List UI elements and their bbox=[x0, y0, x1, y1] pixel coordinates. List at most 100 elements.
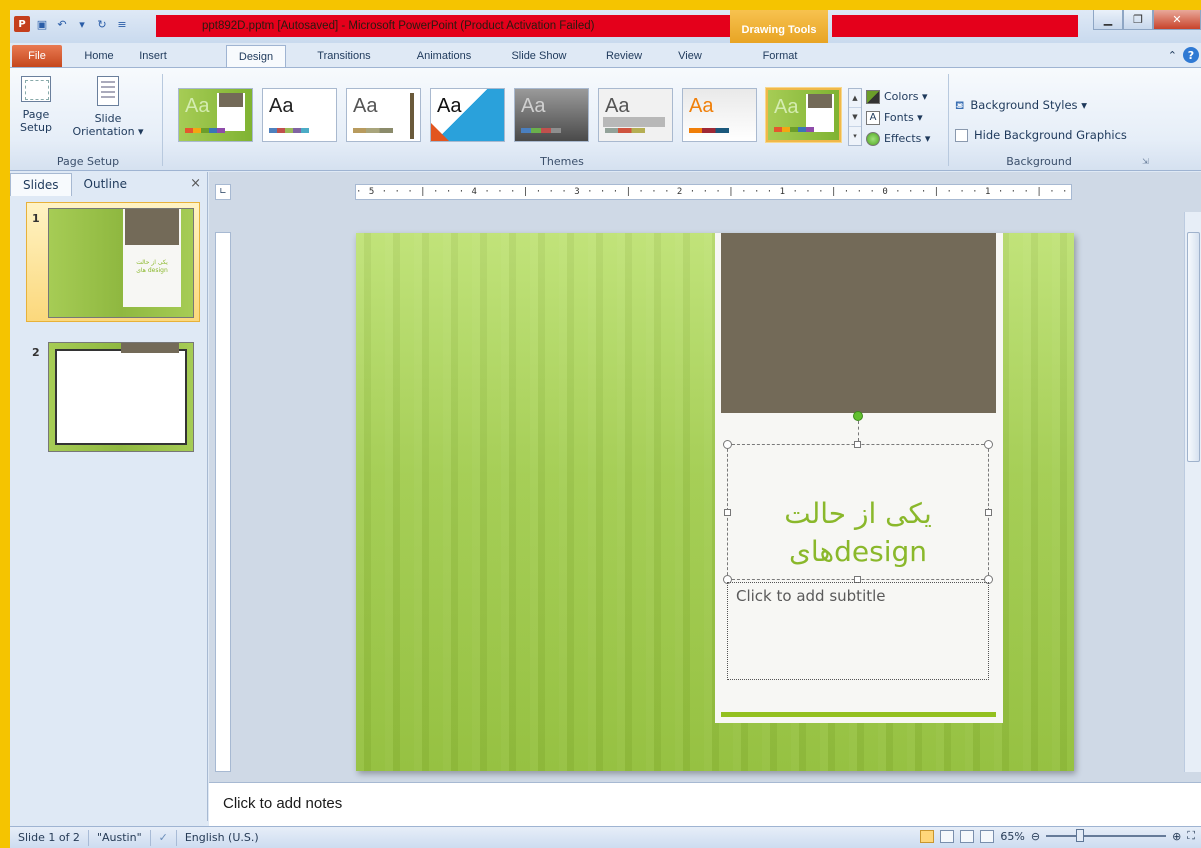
undo-icon[interactable]: ↶ bbox=[54, 16, 70, 32]
tab-view[interactable]: View bbox=[668, 45, 712, 67]
tab-slides[interactable]: Slides bbox=[10, 172, 72, 196]
slide-title-line-2: هایdesign bbox=[788, 535, 928, 568]
tab-slide-show[interactable]: Slide Show bbox=[500, 45, 578, 67]
resize-handle[interactable] bbox=[854, 441, 861, 448]
page-setup-button[interactable]: Page Setup bbox=[16, 76, 56, 134]
decorative-green-bar bbox=[721, 712, 996, 717]
theme-name[interactable]: "Austin" bbox=[89, 829, 151, 846]
fonts-button[interactable]: A Fonts ▾ bbox=[866, 107, 930, 128]
save-icon[interactable]: ▣ bbox=[34, 16, 50, 32]
theme-thumbnail[interactable]: Aa bbox=[514, 88, 589, 142]
slide-editing-area: ∟ · 5 · · · | · · · 4 · · · | · · · 3 · … bbox=[209, 172, 1201, 792]
thumbnail-title-line: های design bbox=[136, 267, 168, 274]
normal-view-icon[interactable] bbox=[920, 829, 935, 843]
page-setup-icon bbox=[21, 76, 51, 102]
colors-button[interactable]: Colors ▾ bbox=[866, 86, 930, 107]
tab-outline[interactable]: Outline bbox=[72, 173, 139, 195]
vertical-ruler bbox=[215, 232, 231, 772]
resize-handle[interactable] bbox=[985, 509, 992, 516]
gallery-down-icon[interactable]: ▼ bbox=[849, 108, 861, 127]
zoom-in-icon[interactable]: ⊕ bbox=[1172, 830, 1181, 843]
theme-thumbnail[interactable]: Aa bbox=[346, 88, 421, 142]
theme-options: Colors ▾ A Fonts ▾ Effects ▾ bbox=[866, 86, 930, 149]
rotation-handle[interactable] bbox=[853, 411, 863, 421]
zoom-level[interactable]: 65% bbox=[1000, 830, 1024, 843]
tab-file[interactable]: File bbox=[12, 45, 62, 67]
theme-thumbnail[interactable]: Aa bbox=[598, 88, 673, 142]
customize-qat-icon[interactable]: ≡ bbox=[114, 16, 130, 32]
spell-check-icon[interactable]: ✓ bbox=[151, 829, 177, 846]
ribbon-right-controls: ⌃ ? bbox=[1168, 47, 1199, 63]
scrollbar-thumb[interactable] bbox=[1187, 232, 1200, 462]
powerpoint-window: P ▣ ↶ ▾ ↻ ≡ ppt892D.pptm [Autosaved] - M… bbox=[10, 10, 1201, 848]
subtitle-placeholder-text: Click to add subtitle bbox=[736, 587, 886, 605]
resize-handle[interactable] bbox=[723, 440, 732, 449]
reading-view-icon[interactable] bbox=[960, 829, 975, 843]
ribbon: Page Setup Slide Orientation ▾ Page Setu… bbox=[10, 67, 1201, 171]
tab-animations[interactable]: Animations bbox=[402, 45, 486, 67]
vertical-scrollbar[interactable] bbox=[1184, 212, 1201, 772]
page-setup-label-2: Setup bbox=[19, 121, 53, 134]
gallery-up-icon[interactable]: ▲ bbox=[849, 89, 861, 108]
tab-home[interactable]: Home bbox=[74, 45, 124, 67]
quick-access-toolbar: P ▣ ↶ ▾ ↻ ≡ bbox=[14, 16, 130, 32]
resize-handle[interactable] bbox=[984, 440, 993, 449]
theme-thumbnail[interactable]: Aa bbox=[178, 88, 253, 142]
effects-icon bbox=[866, 131, 880, 146]
paint-bucket-icon: ⛾ bbox=[955, 98, 965, 112]
thumbnail-title-line: یکی از حالت bbox=[136, 259, 168, 266]
fit-to-window-icon[interactable]: ⛶ bbox=[1187, 829, 1195, 843]
minimize-icon[interactable]: ▁ bbox=[1093, 10, 1123, 30]
theme-thumbnail[interactable]: Aa bbox=[262, 88, 337, 142]
checkbox-icon bbox=[955, 128, 968, 142]
hide-background-graphics-checkbox[interactable]: Hide Background Graphics bbox=[955, 120, 1127, 150]
background-styles-button[interactable]: ⛾ Background Styles ▾ bbox=[955, 90, 1127, 120]
subtitle-placeholder[interactable]: Click to add subtitle bbox=[727, 582, 989, 680]
page-setup-group-label: Page Setup bbox=[56, 155, 120, 168]
horizontal-ruler: · 5 · · · | · · · 4 · · · | · · · 3 · · … bbox=[355, 184, 1072, 200]
zoom-slider[interactable] bbox=[1046, 829, 1167, 842]
close-pane-icon[interactable]: × bbox=[190, 176, 201, 191]
tab-review[interactable]: Review bbox=[598, 45, 650, 67]
tab-stop-selector-icon[interactable]: ∟ bbox=[215, 184, 231, 200]
background-group: ⛾ Background Styles ▾ Hide Background Gr… bbox=[955, 90, 1127, 150]
notes-pane[interactable]: Click to add notes bbox=[209, 782, 1201, 826]
minimize-ribbon-icon[interactable]: ⌃ bbox=[1168, 49, 1177, 62]
theme-thumbnail-austin-selected[interactable]: Aa bbox=[766, 88, 841, 142]
close-icon[interactable]: ✕ bbox=[1153, 10, 1201, 30]
title-placeholder[interactable]: یکی از حالت هایdesign bbox=[723, 411, 993, 584]
gallery-more-icon[interactable]: ▾ bbox=[849, 127, 861, 146]
language-indicator[interactable]: English (U.S.) bbox=[177, 830, 267, 846]
slide-canvas[interactable]: یکی از حالت هایdesign Click to add subti… bbox=[356, 233, 1074, 771]
tab-insert[interactable]: Insert bbox=[126, 45, 180, 67]
theme-thumbnail[interactable]: Aa bbox=[430, 88, 505, 142]
slide-thumbnail-1[interactable]: 1 یکی از حالت های design bbox=[32, 208, 194, 318]
slide-sorter-view-icon[interactable] bbox=[940, 829, 955, 843]
help-icon[interactable]: ? bbox=[1183, 47, 1199, 63]
slide-thumbnail-image bbox=[48, 342, 194, 452]
notes-placeholder: Click to add notes bbox=[223, 795, 343, 812]
slide-show-view-icon[interactable] bbox=[980, 829, 995, 843]
theme-thumbnail[interactable]: Aa bbox=[682, 88, 757, 142]
zoom-slider-knob[interactable] bbox=[1076, 829, 1085, 842]
tab-transitions[interactable]: Transitions bbox=[302, 45, 386, 67]
powerpoint-logo-icon[interactable]: P bbox=[14, 16, 30, 32]
resize-handle[interactable] bbox=[724, 509, 731, 516]
dropdown-arrow-icon[interactable]: ▾ bbox=[74, 16, 90, 32]
title-bar: P ▣ ↶ ▾ ↻ ≡ ppt892D.pptm [Autosaved] - M… bbox=[10, 10, 1201, 43]
drawing-tools-label: Drawing Tools bbox=[730, 10, 828, 43]
zoom-out-icon[interactable]: ⊖ bbox=[1031, 830, 1040, 843]
effects-button[interactable]: Effects ▾ bbox=[866, 128, 930, 149]
window-controls: ▁ ❐ ✕ bbox=[1093, 10, 1201, 30]
maximize-icon[interactable]: ❐ bbox=[1123, 10, 1153, 30]
status-bar: Slide 1 of 2 "Austin" ✓ English (U.S.) 6… bbox=[10, 826, 1201, 848]
slide-title[interactable]: یکی از حالت هایdesign bbox=[728, 495, 988, 571]
tab-format[interactable]: Format bbox=[752, 45, 808, 67]
slide-thumbnail-2[interactable]: 2 bbox=[32, 342, 194, 452]
tab-design[interactable]: Design bbox=[226, 45, 286, 67]
slide-orientation-button[interactable]: Slide Orientation ▾ bbox=[64, 76, 152, 138]
title-bar-highlight bbox=[832, 15, 1078, 37]
hide-background-label: Hide Background Graphics bbox=[974, 128, 1127, 142]
redo-icon[interactable]: ↻ bbox=[94, 16, 110, 32]
dialog-launcher-icon[interactable]: ⇲ bbox=[1142, 157, 1149, 166]
